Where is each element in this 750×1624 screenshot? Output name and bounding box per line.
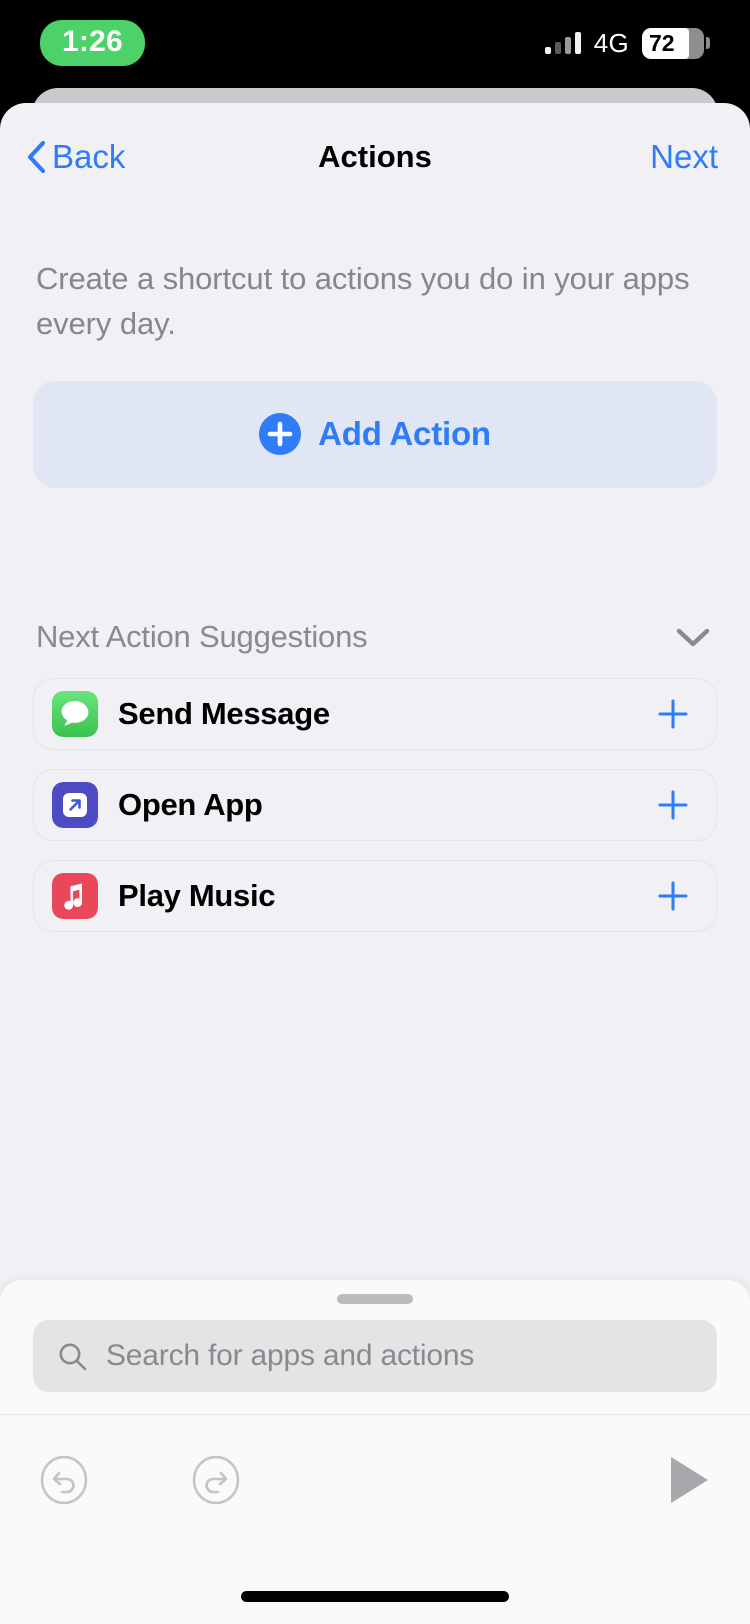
search-icon — [59, 1343, 87, 1370]
chevron-left-icon — [27, 140, 46, 173]
suggestions-title: Next Action Suggestions — [36, 618, 368, 654]
suggestions-list: Send Message Open App Play Music — [33, 677, 717, 932]
back-button-label: Back — [52, 138, 126, 175]
suggestion-row-send-message[interactable]: Send Message — [33, 677, 717, 750]
search-bottom-sheet: Search for apps and actions — [0, 1280, 750, 1624]
add-action-button[interactable]: Add Action — [33, 380, 717, 488]
suggestion-label: Play Music — [118, 877, 276, 913]
search-field[interactable]: Search for apps and actions — [33, 1320, 717, 1392]
chevron-down-icon[interactable] — [672, 624, 714, 650]
suggestion-row-play-music[interactable]: Play Music — [33, 859, 717, 932]
messages-app-icon — [52, 690, 98, 737]
music-app-icon — [52, 872, 98, 919]
grab-handle[interactable] — [337, 1294, 413, 1304]
suggestion-label: Send Message — [118, 695, 330, 731]
open-app-icon — [52, 781, 98, 828]
home-indicator — [241, 1591, 509, 1602]
status-bar-right: 4G 72 — [544, 27, 710, 59]
play-icon[interactable] — [666, 1454, 712, 1506]
next-action-suggestions-header[interactable]: Next Action Suggestions — [36, 619, 714, 655]
redo-icon[interactable] — [190, 1454, 242, 1506]
signal-bars-icon — [544, 32, 581, 54]
description-text: Create a shortcut to actions you do in y… — [36, 261, 690, 341]
network-type-label: 4G — [593, 27, 629, 58]
recording-time-pill[interactable]: 1:26 — [40, 20, 145, 66]
navigation-bar: Back Actions Next — [0, 103, 750, 210]
suggestion-label: Open App — [118, 786, 263, 822]
battery-percent-label: 72 — [649, 29, 675, 56]
plus-icon[interactable] — [656, 788, 690, 822]
plus-icon[interactable] — [656, 879, 690, 913]
editor-toolbar — [0, 1414, 750, 1544]
add-action-label: Add Action — [318, 415, 491, 453]
plus-icon[interactable] — [656, 697, 690, 731]
next-button[interactable]: Next — [650, 138, 726, 176]
phone-screen: 1:26 4G 72 Back Actions Next Create a sh… — [0, 0, 750, 1624]
battery-icon: 72 — [642, 27, 710, 59]
search-input-placeholder[interactable]: Search for apps and actions — [106, 1339, 474, 1373]
plus-circle-icon — [259, 413, 302, 456]
back-button[interactable]: Back — [24, 140, 125, 174]
status-bar: 1:26 4G 72 — [0, 0, 750, 86]
suggestion-row-open-app[interactable]: Open App — [33, 768, 717, 841]
undo-icon[interactable] — [38, 1454, 90, 1506]
